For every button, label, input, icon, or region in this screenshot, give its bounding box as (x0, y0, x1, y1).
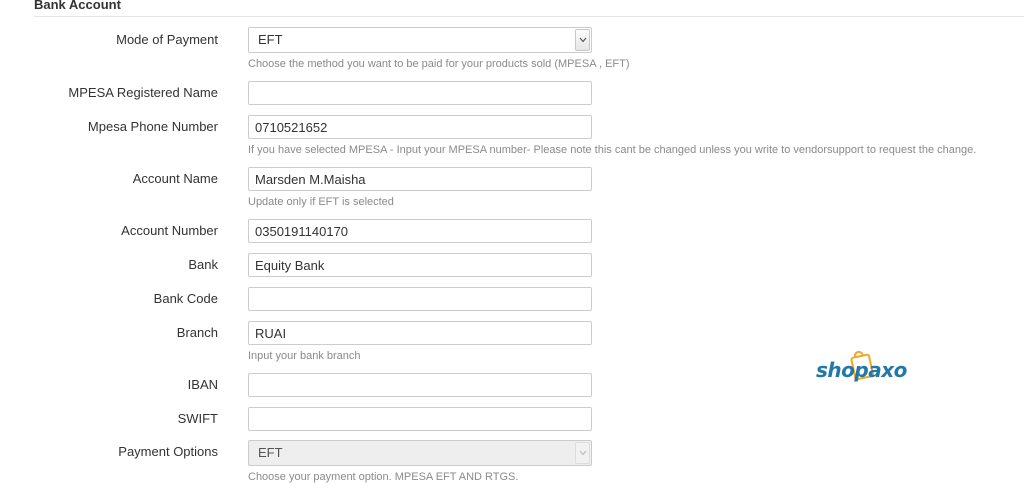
mpesa-phone-number-label: Mpesa Phone Number (87, 119, 218, 134)
mode-of-payment-select[interactable]: EFT (248, 27, 592, 53)
chevron-down-icon (575, 442, 590, 464)
account-name-input[interactable] (248, 167, 592, 191)
mpesa-phone-number-input[interactable] (248, 115, 592, 139)
section-divider (34, 16, 1024, 17)
branch-help: Input your bank branch (248, 350, 361, 362)
branch-input[interactable] (248, 321, 592, 345)
logo-text: shopaxo (816, 358, 907, 382)
account-name-label: Account Name (132, 171, 218, 186)
mpesa-registered-name-label: MPESA Registered Name (68, 85, 218, 100)
bank-code-label: Bank Code (153, 291, 218, 306)
payment-options-label: Payment Options (118, 444, 218, 459)
mode-of-payment-value: EFT (258, 32, 283, 47)
payment-options-select[interactable]: EFT (248, 440, 592, 466)
account-number-input[interactable] (248, 219, 592, 243)
iban-input[interactable] (248, 373, 592, 397)
swift-label: SWIFT (177, 411, 218, 426)
section-title: Bank Account (34, 0, 121, 12)
shopaxo-logo: shopaxo (816, 346, 907, 394)
payment-options-value: EFT (258, 445, 283, 460)
account-name-help: Update only if EFT is selected (248, 196, 394, 208)
iban-label: IBAN (187, 377, 218, 392)
mode-of-payment-label: Mode of Payment (116, 32, 218, 47)
payment-options-help: Choose your payment option. MPESA EFT AN… (248, 471, 519, 483)
mpesa-phone-number-help: If you have selected MPESA - Input your … (248, 144, 977, 156)
bank-code-input[interactable] (248, 287, 592, 311)
mode-of-payment-help: Choose the method you want to be paid fo… (248, 58, 630, 70)
swift-input[interactable] (248, 407, 592, 431)
chevron-down-icon[interactable] (575, 29, 590, 51)
bank-input[interactable] (248, 253, 592, 277)
bank-label: Bank (188, 257, 218, 272)
account-number-label: Account Number (121, 223, 218, 238)
mpesa-registered-name-input[interactable] (248, 81, 592, 105)
branch-label: Branch (176, 325, 218, 340)
